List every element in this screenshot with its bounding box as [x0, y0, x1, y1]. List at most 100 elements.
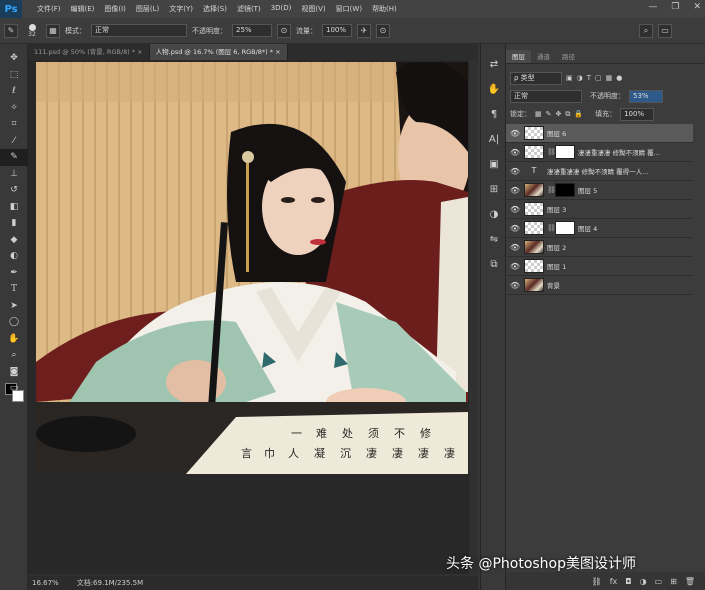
- layer-thumbnail[interactable]: [524, 202, 544, 216]
- brush-tool-preset-icon[interactable]: ✎: [4, 23, 18, 38]
- stamp-tool-icon[interactable]: ⊥: [0, 166, 28, 183]
- menu-item[interactable]: 编辑(E): [66, 4, 100, 14]
- brush-panel-toggle-icon[interactable]: ▦: [46, 23, 60, 38]
- layer-row[interactable]: 👁 图层 3: [506, 200, 693, 219]
- menu-item[interactable]: 帮助(H): [367, 4, 402, 14]
- history-icon[interactable]: ⧉: [481, 252, 507, 277]
- menu-item[interactable]: 图像(I): [99, 4, 131, 14]
- canvas-area[interactable]: 言 巾 人 凝 沉 凄 凄 凄 凄 一 难 处 须 不 修: [28, 60, 478, 574]
- adjustments-icon[interactable]: ◑: [481, 202, 507, 227]
- layer-mask-thumbnail[interactable]: [555, 221, 575, 235]
- filter-toggle-icon[interactable]: ●: [616, 74, 622, 82]
- lock-image-icon[interactable]: ✎: [546, 110, 552, 118]
- minimize-icon[interactable]: —: [648, 2, 657, 12]
- visibility-eye-icon[interactable]: 👁: [506, 281, 524, 290]
- layer-opacity-field[interactable]: 53%: [629, 89, 663, 103]
- tab-paths[interactable]: 路径: [556, 50, 581, 63]
- tab-portrait-psd[interactable]: 人物.psd @ 16.7% (图层 6, RGB/8*) * ×: [149, 44, 288, 60]
- airbrush-icon[interactable]: ✈: [357, 23, 371, 38]
- flow-field[interactable]: 100%: [322, 24, 352, 37]
- pressure-opacity-icon[interactable]: ⊙: [277, 23, 291, 38]
- menu-item[interactable]: 滤镜(T): [232, 4, 266, 14]
- paragraph-icon[interactable]: ¶: [481, 102, 507, 127]
- tab-layers[interactable]: 图层: [506, 50, 531, 63]
- visibility-eye-icon[interactable]: 👁: [506, 243, 524, 252]
- ellipse-tool-icon[interactable]: ◯: [0, 314, 28, 331]
- filter-shape-icon[interactable]: ▢: [595, 74, 602, 82]
- layer-row[interactable]: 👁 背景: [506, 276, 693, 295]
- visibility-eye-icon[interactable]: 👁: [506, 148, 524, 157]
- filter-adjust-icon[interactable]: ◑: [577, 74, 583, 82]
- menu-item[interactable]: 3D(D): [266, 4, 297, 14]
- character-icon[interactable]: A|: [481, 127, 507, 152]
- layer-thumbnail[interactable]: [524, 183, 544, 197]
- lock-position-icon[interactable]: ✥: [556, 110, 562, 118]
- visibility-eye-icon[interactable]: 👁: [506, 224, 524, 233]
- layer-thumbnail[interactable]: [524, 221, 544, 235]
- layer-row[interactable]: 👁 图层 6: [506, 124, 693, 143]
- menu-item[interactable]: 视图(V): [296, 4, 330, 14]
- lasso-tool-icon[interactable]: ℓ: [0, 83, 28, 100]
- layer-blend-select[interactable]: 正常: [510, 89, 582, 103]
- layer-row[interactable]: 👁 ⛓ 图层 4: [506, 219, 693, 238]
- menu-item[interactable]: 选择(S): [198, 4, 232, 14]
- lock-transparent-icon[interactable]: ▦: [535, 110, 542, 118]
- lock-artboard-icon[interactable]: ⧉: [565, 110, 570, 119]
- pressure-size-icon[interactable]: ⊙: [376, 23, 390, 38]
- screen-mode-icon[interactable]: ▭: [0, 380, 28, 397]
- link-layers-icon[interactable]: ⛓: [592, 577, 602, 586]
- layer-style-icon[interactable]: fx: [610, 577, 618, 586]
- layer-mask-thumbnail[interactable]: [555, 183, 575, 197]
- new-layer-icon[interactable]: ⊞: [670, 577, 677, 586]
- menu-item[interactable]: 图层(L): [131, 4, 164, 14]
- brush-tool-icon[interactable]: ✎: [0, 149, 28, 166]
- marquee-tool-icon[interactable]: ⬚: [0, 67, 28, 84]
- libraries-icon[interactable]: ⊞: [481, 177, 507, 202]
- maximize-icon[interactable]: ❐: [671, 2, 679, 12]
- blur-tool-icon[interactable]: ◆: [0, 232, 28, 249]
- visibility-eye-icon[interactable]: 👁: [506, 167, 524, 176]
- filter-pixel-icon[interactable]: ▣: [566, 74, 573, 82]
- menu-item[interactable]: 窗口(W): [331, 4, 367, 14]
- document-image[interactable]: 言 巾 人 凝 沉 凄 凄 凄 凄 一 难 处 须 不 修: [36, 62, 468, 474]
- visibility-eye-icon[interactable]: 👁: [506, 186, 524, 195]
- adjustment-layer-icon[interactable]: ◑: [640, 577, 647, 586]
- delete-layer-icon[interactable]: 🗑: [685, 577, 695, 586]
- menu-item[interactable]: 文字(Y): [164, 4, 198, 14]
- magic-wand-tool-icon[interactable]: ✧: [0, 100, 28, 117]
- blend-mode-select[interactable]: 正常: [91, 24, 187, 37]
- layer-thumbnail[interactable]: [524, 126, 544, 140]
- mask-link-icon[interactable]: ⛓: [547, 148, 556, 156]
- mask-link-icon[interactable]: ⛓: [547, 224, 556, 232]
- close-icon[interactable]: ✕: [693, 2, 701, 12]
- lock-all-icon[interactable]: 🔒: [574, 110, 583, 118]
- channels-icon[interactable]: ⇋: [481, 227, 507, 252]
- pen-tool-icon[interactable]: ✒: [0, 265, 28, 282]
- layer-thumbnail[interactable]: [524, 278, 544, 292]
- type-tool-icon[interactable]: T: [0, 281, 28, 298]
- layer-mask-thumbnail[interactable]: [555, 145, 575, 159]
- gradient-tool-icon[interactable]: ▮: [0, 215, 28, 232]
- layer-thumbnail[interactable]: [524, 145, 544, 159]
- mask-link-icon[interactable]: ⛓: [547, 186, 556, 194]
- path-selection-icon[interactable]: ➤: [0, 298, 28, 315]
- workspace-icon[interactable]: ▭: [658, 23, 672, 38]
- filter-type-icon[interactable]: T: [587, 74, 591, 82]
- tab-111-psd[interactable]: 111.psd @ 50% (背景, RGB/8) * ×: [28, 44, 150, 60]
- eyedropper-tool-icon[interactable]: ⁄: [0, 133, 28, 150]
- tab-channels[interactable]: 通道: [531, 50, 556, 63]
- zoom-level[interactable]: 16.67%: [32, 579, 59, 587]
- eraser-tool-icon[interactable]: ◧: [0, 199, 28, 216]
- properties-icon[interactable]: ▣: [481, 152, 507, 177]
- brush-size-picker[interactable]: 32: [23, 23, 41, 38]
- crop-tool-icon[interactable]: ⌗: [0, 116, 28, 133]
- visibility-eye-icon[interactable]: 👁: [506, 262, 524, 271]
- layer-row[interactable]: 👁 ⛓ 凄凄重凄凄 修黝不须睛 覆...: [506, 143, 693, 162]
- layer-row[interactable]: 👁 ⛓ 图层 5: [506, 181, 693, 200]
- quick-mask-icon[interactable]: ◙: [0, 364, 28, 381]
- zoom-tool-icon[interactable]: ⌕: [0, 347, 28, 364]
- visibility-eye-icon[interactable]: 👁: [506, 205, 524, 214]
- fill-field[interactable]: 100%: [620, 107, 655, 121]
- text-layer-icon[interactable]: T: [524, 164, 544, 178]
- hand-tool-icon[interactable]: ✋: [0, 331, 28, 348]
